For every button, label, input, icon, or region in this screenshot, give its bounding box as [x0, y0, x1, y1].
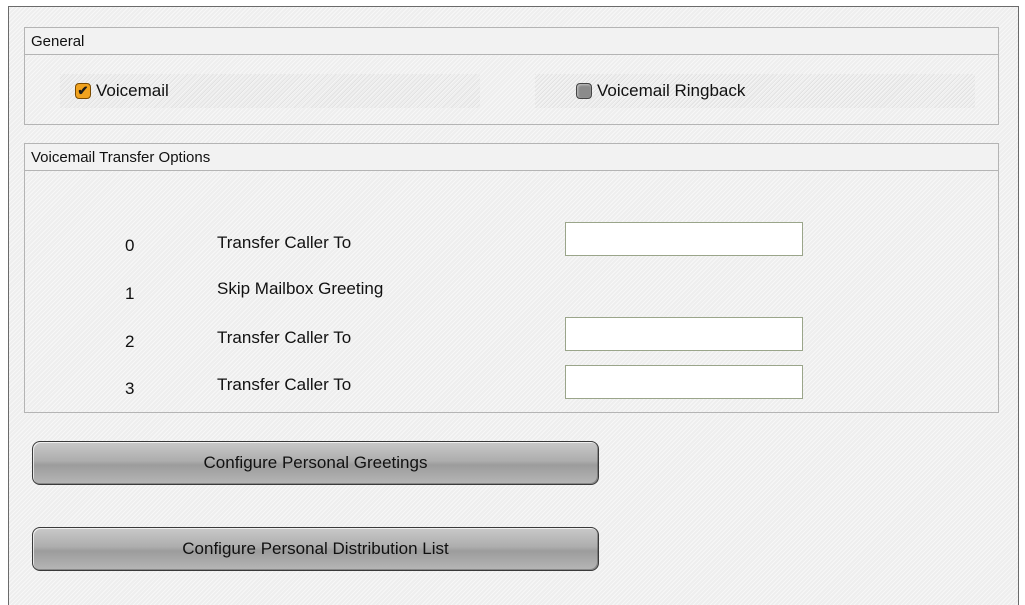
unchecked-box-icon[interactable] — [576, 83, 592, 99]
transfer-option-key: 3 — [125, 379, 135, 398]
transfer-options-group-title: Voicemail Transfer Options — [25, 144, 998, 171]
transfer-option-key: 0 — [125, 236, 135, 255]
transfer-option-label: Transfer Caller To — [217, 328, 352, 347]
transfer-option-label: Transfer Caller To — [217, 233, 352, 252]
transfer-caller-to-3-input[interactable] — [565, 365, 803, 399]
voicemail-checkbox[interactable]: ✔ Voicemail — [75, 81, 169, 101]
voicemail-ringback-checkbox-label: Voicemail Ringback — [597, 81, 746, 100]
general-group-title: General — [25, 28, 998, 55]
general-group: General ✔ Voicemail Voicemail Ringback — [24, 27, 999, 125]
transfer-caller-to-2-input[interactable] — [565, 317, 803, 351]
configure-personal-greetings-button[interactable]: Configure Personal Greetings — [32, 441, 599, 485]
transfer-option-label: Transfer Caller To — [217, 375, 352, 394]
transfer-option-key: 2 — [125, 332, 135, 351]
checkmark-icon[interactable]: ✔ — [75, 83, 91, 99]
voicemail-transfer-options-group: Voicemail Transfer Options 0 Transfer Ca… — [24, 143, 999, 413]
transfer-caller-to-0-input[interactable] — [565, 222, 803, 256]
voicemail-ringback-checkbox[interactable]: Voicemail Ringback — [576, 81, 745, 101]
configure-personal-distribution-list-button[interactable]: Configure Personal Distribution List — [32, 527, 599, 571]
transfer-option-key: 1 — [125, 284, 135, 303]
voicemail-checkbox-label: Voicemail — [96, 81, 169, 100]
transfer-option-label: Skip Mailbox Greeting — [217, 279, 384, 298]
voicemail-settings-panel: General ✔ Voicemail Voicemail Ringback V… — [8, 6, 1019, 605]
